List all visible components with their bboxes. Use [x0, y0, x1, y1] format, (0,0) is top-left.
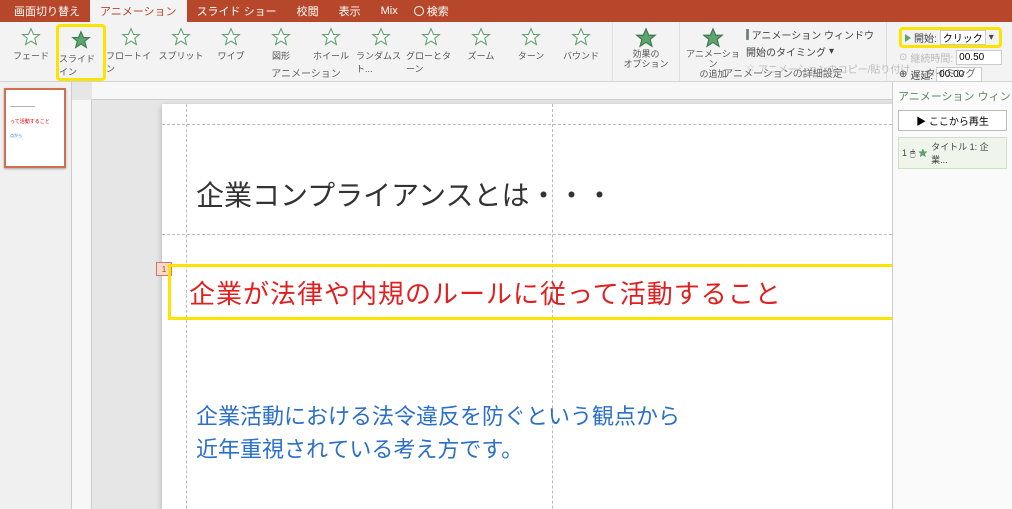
star-icon [635, 27, 657, 49]
play-from-here-button[interactable]: ▶ ここから再生 [898, 110, 1007, 131]
star-icon [421, 27, 441, 47]
star-icon [571, 27, 591, 47]
star-icon [321, 27, 341, 47]
check-icon [746, 29, 749, 40]
start-timing-select[interactable] [940, 30, 986, 45]
tab-transition[interactable]: 画面切り替え [4, 0, 90, 22]
star-icon [521, 27, 541, 47]
tab-view[interactable]: 表示 [329, 0, 371, 22]
tab-review[interactable]: 校閲 [287, 0, 329, 22]
tab-bar: 画面切り替え アニメーション スライド ショー 校閲 表示 Mix 検索 [0, 0, 1012, 22]
star-icon [221, 27, 241, 47]
slide-canvas[interactable]: 企業コンプライアンスとは・・・ 1 企業が法律や内規のルールに従って活動すること… [162, 104, 892, 509]
slide-red-text[interactable]: 企業が法律や内規のルールに従って活動すること [189, 274, 782, 311]
group-label-timing: タイミング [887, 65, 1012, 80]
effect-options-button[interactable]: 効果の オプション [619, 24, 673, 70]
slide-title[interactable]: 企業コンプライアンスとは・・・ [196, 174, 613, 214]
slide-editor[interactable]: 企業コンプライアンスとは・・・ 1 企業が法律や内規のルールに従って活動すること… [72, 82, 892, 509]
star-icon [371, 27, 391, 47]
group-label-animation: アニメーション [0, 65, 612, 80]
animation-pane-title: アニメーション ウィンド [898, 88, 1007, 104]
start-timing-row[interactable]: 開始: ▾ [899, 27, 1002, 48]
star-icon [121, 27, 141, 47]
ruler-horizontal [92, 82, 892, 100]
star-icon [71, 30, 91, 50]
slide-body-text[interactable]: 企業活動における法令違反を防ぐという観点から 近年重視されている考え方です。 [196, 400, 680, 466]
tab-slideshow[interactable]: スライド ショー [187, 0, 287, 22]
star-icon [21, 27, 41, 47]
star-plus-icon [702, 27, 724, 49]
tab-animation[interactable]: アニメーション [90, 0, 187, 22]
tab-mix[interactable]: Mix [371, 0, 408, 22]
trigger-button[interactable]: 開始のタイミング ▾ [746, 44, 874, 59]
group-label-advanced: アニメーションの詳細設定 [680, 65, 886, 80]
star-icon [171, 27, 191, 47]
star-icon [918, 148, 928, 158]
ruler-vertical [72, 100, 92, 509]
star-icon [271, 27, 291, 47]
search-icon [414, 6, 424, 16]
highlighted-text-box[interactable]: 企業が法律や内規のルールに従って活動すること [168, 264, 892, 320]
search-label: 検索 [427, 3, 449, 19]
play-icon [905, 34, 911, 42]
chevron-down-icon[interactable]: ▾ [989, 32, 994, 43]
duration-input[interactable] [956, 50, 1002, 65]
workspace: ――――― って活動すること 点から 企業コンプライアンスとは・・・ 1 企業が… [0, 82, 1012, 509]
star-icon [471, 27, 491, 47]
chevron-down-icon: ▾ [829, 46, 834, 57]
search-box[interactable]: 検索 [414, 3, 449, 19]
animation-list-item[interactable]: 1 🖱 タイトル 1: 企業... [898, 137, 1007, 169]
ribbon: フェード スライドイン フロートイン スプリット ワイプ 図形 [0, 22, 1012, 82]
animation-pane-toggle[interactable]: アニメーション ウィンドウ [746, 27, 874, 42]
thumbnail-panel[interactable]: ――――― って活動すること 点から [0, 82, 72, 509]
animation-pane[interactable]: アニメーション ウィンド ▶ ここから再生 1 🖱 タイトル 1: 企業... [892, 82, 1012, 509]
duration-row[interactable]: ⊙ 継続時間: [899, 50, 1002, 65]
mouse-icon: 🖱 [910, 148, 915, 159]
slide-thumbnail[interactable]: ――――― って活動すること 点から [4, 88, 66, 168]
